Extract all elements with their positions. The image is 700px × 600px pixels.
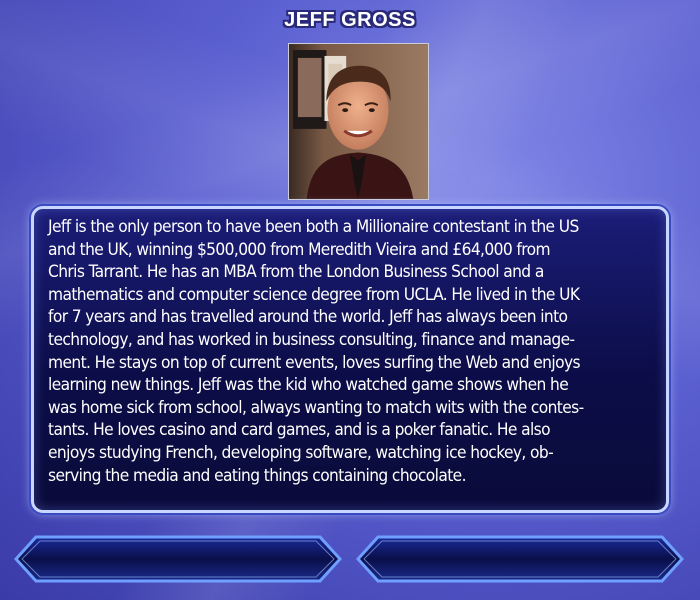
bio-line: ment. He stays on top of current events,…: [48, 352, 581, 373]
left-answer-shape: [14, 535, 342, 583]
left-answer-button[interactable]: [14, 535, 342, 583]
bio-line: mathematics and computer science degree …: [48, 284, 580, 305]
right-answer-button[interactable]: [356, 535, 684, 583]
contestant-name-title: JEFF GROSS: [284, 9, 416, 31]
bio-line: Chris Tarrant. He has an MBA from the Lo…: [48, 262, 544, 283]
bio-panel: Jeff is the only person to have been bot…: [31, 206, 669, 513]
bio-line: Jeff is the only person to have been bot…: [48, 217, 579, 237]
bio-line: tants. He loves casino and card games, a…: [48, 420, 551, 441]
bio-line: enjoys studying French, developing softw…: [48, 442, 554, 463]
bio-line: was home sick from school, always wantin…: [48, 397, 584, 418]
bio-line: learning new things. Jeff was the kid wh…: [48, 375, 569, 396]
right-answer-shape: [356, 535, 684, 583]
bio-line: technology, and has worked in business c…: [48, 329, 575, 350]
portrait-image: [289, 44, 428, 199]
bio-line: for 7 years and has travelled around the…: [48, 307, 568, 328]
bio-text: Jeff is the only person to have been bot…: [48, 216, 650, 487]
contestant-photo: [288, 43, 429, 200]
bio-line: and the UK, winning $500,000 from Meredi…: [48, 239, 551, 260]
bio-line: serving the media and eating things cont…: [48, 465, 467, 486]
